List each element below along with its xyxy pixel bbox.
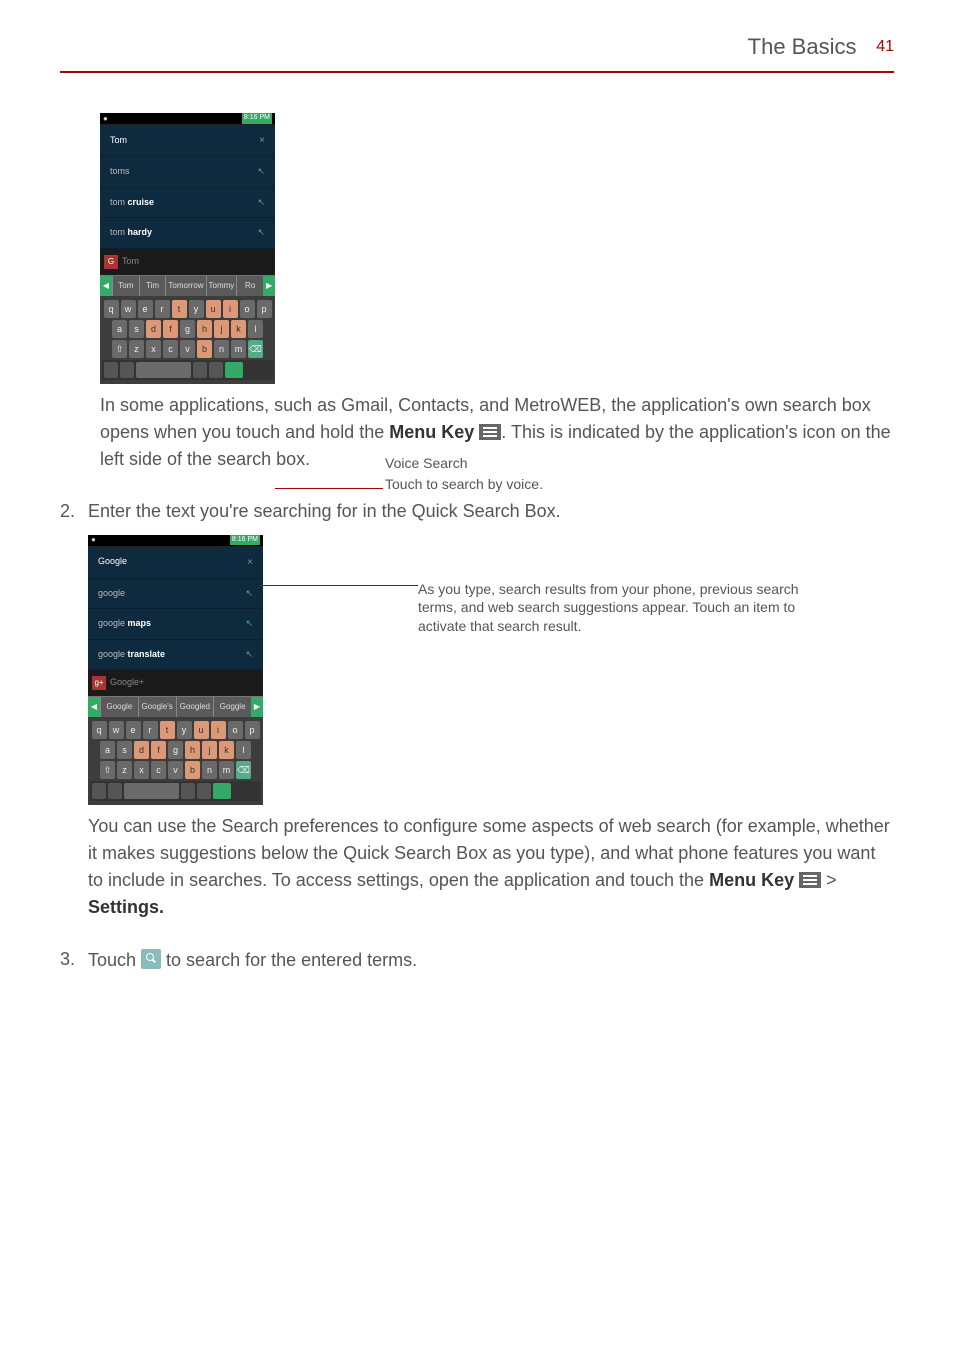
search-source-icon[interactable]: G <box>104 255 118 269</box>
backspace-key: ⌫ <box>248 340 263 358</box>
arrow-icon[interactable]: ↖ <box>245 617 253 631</box>
backspace-key: ⌫ <box>236 761 251 779</box>
screenshot-google: ● 8:16 PM Google× google↖ google maps↖ g… <box>88 535 263 806</box>
menu-key-icon <box>479 424 501 440</box>
space-key[interactable] <box>136 362 191 378</box>
keyboard[interactable]: qwertyuiop asdfghjkl ⇧zxcvbnm⌫ <box>100 296 275 384</box>
status-bar: ● 8:16 PM <box>88 535 263 547</box>
period-key[interactable] <box>193 362 207 378</box>
paragraph: You can use the Search preferences to co… <box>88 813 894 921</box>
prediction-bar[interactable]: ◀ Google Google's Googled Goggle ▶ <box>88 696 263 717</box>
lang-key[interactable] <box>92 783 106 799</box>
keyboard[interactable]: qwertyuiop asdfghjkl ⇧zxcvbnm⌫ <box>88 717 263 805</box>
arrow-icon[interactable]: ↖ <box>245 587 253 601</box>
callout-line <box>258 585 418 586</box>
suggestion-row[interactable]: toms↖ <box>100 157 275 188</box>
prev-arrow-icon[interactable]: ◀ <box>100 276 112 296</box>
lang-key[interactable] <box>104 362 118 378</box>
arrow-icon[interactable]: ↖ <box>257 165 265 179</box>
arrow-icon[interactable]: ↖ <box>257 226 265 240</box>
suggestion-row[interactable]: tom cruise↖ <box>100 188 275 219</box>
suggestion-row[interactable]: tom hardy↖ <box>100 218 275 249</box>
suggestion-row[interactable]: google maps↖ <box>88 609 263 640</box>
status-bar: ● 8:16 PM <box>100 113 275 125</box>
shift-key: ⇧ <box>112 340 127 358</box>
close-icon[interactable]: × <box>259 133 265 148</box>
search-icon <box>141 949 161 969</box>
menu-key-icon <box>799 872 821 888</box>
search-input[interactable]: Tom <box>122 255 271 269</box>
suggestion-row[interactable]: Google× <box>88 547 263 579</box>
voice-search-callout: Voice Search Touch to search by voice. <box>385 453 543 495</box>
shift-key: ⇧ <box>100 761 115 779</box>
section-title: The Basics <box>748 30 857 63</box>
search-key[interactable] <box>213 783 231 799</box>
next-arrow-icon[interactable]: ▶ <box>251 697 263 717</box>
suggestion-row[interactable]: google↖ <box>88 579 263 610</box>
arrow-icon[interactable]: ↖ <box>245 648 253 662</box>
arrow-icon[interactable]: ↖ <box>257 196 265 210</box>
step-text: Touch to search for the entered terms. <box>88 946 894 974</box>
period-key[interactable] <box>181 783 195 799</box>
page-header: The Basics 41 <box>60 30 894 73</box>
sym-key[interactable] <box>108 783 122 799</box>
screenshot-tom: ● 8:16 PM Tom× toms↖ tom cruise↖ tom har… <box>100 113 275 384</box>
status-time: 8:16 PM <box>242 113 272 124</box>
status-left-icon: ● <box>103 113 108 125</box>
space-key[interactable] <box>124 783 179 799</box>
annotation: As you type, search results from your ph… <box>418 580 838 637</box>
status-left-icon: ● <box>91 534 96 546</box>
step-number: 2. <box>60 498 80 922</box>
prev-arrow-icon[interactable]: ◀ <box>88 697 100 717</box>
sym-key[interactable] <box>120 362 134 378</box>
search-box[interactable]: G Tom <box>100 249 275 275</box>
step-number: 3. <box>60 946 80 974</box>
suggestion-row[interactable]: Tom× <box>100 125 275 157</box>
callout-line <box>275 488 383 489</box>
voice-key[interactable] <box>209 362 223 378</box>
search-source-icon[interactable]: g+ <box>92 676 106 690</box>
status-time: 8:16 PM <box>230 535 260 546</box>
step-text: Enter the text you're searching for in t… <box>88 498 894 525</box>
search-input[interactable]: Google+ <box>110 676 259 690</box>
close-icon[interactable]: × <box>247 555 253 570</box>
page-number: 41 <box>876 38 894 55</box>
voice-key[interactable] <box>197 783 211 799</box>
suggestion-row[interactable]: google translate↖ <box>88 640 263 671</box>
search-box[interactable]: g+ Google+ <box>88 670 263 696</box>
search-key[interactable] <box>225 362 243 378</box>
prediction-bar[interactable]: ◀ Tom Tim Tomorrow Tommy Ro ▶ <box>100 275 275 296</box>
next-arrow-icon[interactable]: ▶ <box>263 276 275 296</box>
